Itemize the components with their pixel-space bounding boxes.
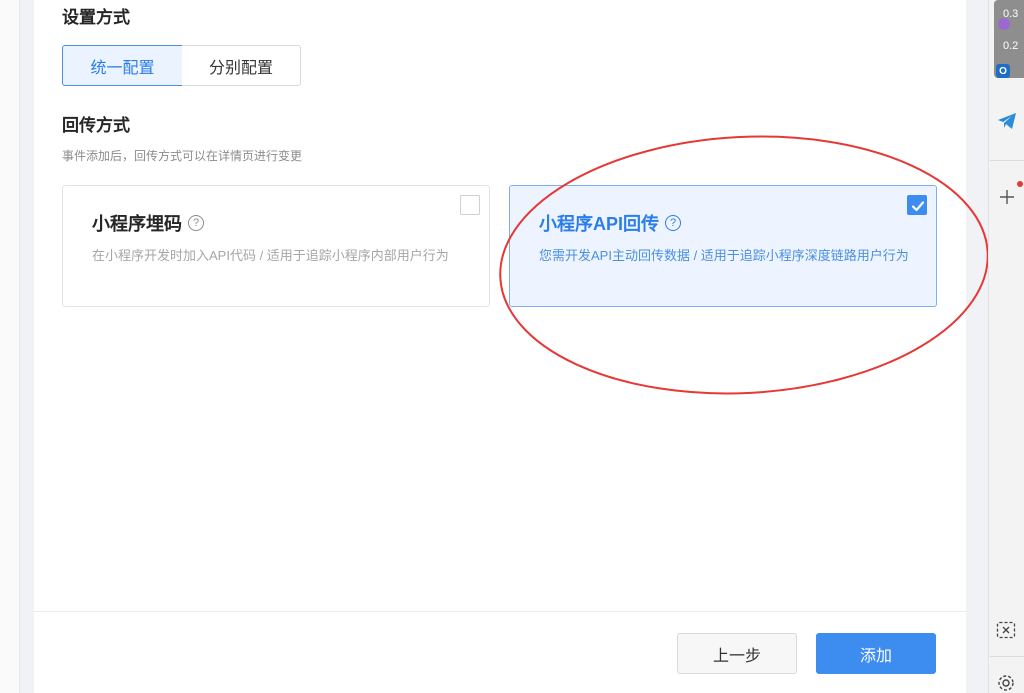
footer-bar: 上一步 添加 <box>34 611 966 693</box>
sidebar-divider <box>990 656 1024 657</box>
callback-section-title: 回传方式 <box>62 116 130 135</box>
option-checkbox-sdk[interactable] <box>460 195 480 215</box>
callback-hint: 事件添加后，回传方式可以在详情页进行变更 <box>62 149 303 163</box>
option-title-api-text: 小程序API回传 <box>539 214 660 234</box>
screenshot-icon[interactable] <box>994 619 1018 641</box>
option-title-sdk: 小程序埋码 ? <box>92 210 204 236</box>
option-checkbox-api[interactable] <box>907 195 927 215</box>
tab-separate-config[interactable]: 分别配置 <box>182 45 301 86</box>
outlook-icon[interactable]: O <box>996 64 1010 78</box>
option-title-api: 小程序API回传 ? <box>539 210 682 236</box>
left-gutter <box>0 0 20 693</box>
option-title-sdk-text: 小程序埋码 <box>92 214 182 234</box>
sidebar-divider <box>990 160 1024 161</box>
network-monitor-widget[interactable]: 0.3 0.2 O <box>994 0 1024 78</box>
help-icon[interactable]: ? <box>665 215 682 231</box>
telegram-icon[interactable] <box>994 108 1020 134</box>
config-section-title: 设置方式 <box>62 8 130 27</box>
option-desc-api: 您需开发API主动回传数据 / 适用于追踪小程序深度链路用户行为 <box>539 248 909 263</box>
option-card-sdk[interactable]: 小程序埋码 ? 在小程序开发时加入API代码 / 适用于追踪小程序内部用户行为 <box>62 185 490 307</box>
help-icon[interactable]: ? <box>188 215 204 231</box>
add-icon[interactable] <box>994 186 1020 208</box>
settings-icon[interactable] <box>994 672 1018 693</box>
add-event-panel: 设置方式 统一配置 分别配置 回传方式 事件添加后，回传方式可以在详情页进行变更… <box>34 0 966 693</box>
net-speed-2: 0.2 <box>1003 40 1019 52</box>
add-button[interactable]: 添加 <box>816 633 936 674</box>
option-card-api[interactable]: 小程序API回传 ? 您需开发API主动回传数据 / 适用于追踪小程序深度链路用… <box>509 185 937 307</box>
notification-dot <box>1017 181 1023 187</box>
option-desc-sdk: 在小程序开发时加入API代码 / 适用于追踪小程序内部用户行为 <box>92 248 449 263</box>
right-sidebar <box>988 0 1024 693</box>
network-monitor-icon <box>998 18 1010 30</box>
checkmark-icon <box>911 201 925 212</box>
prev-step-button[interactable]: 上一步 <box>677 633 797 674</box>
tab-unified-config[interactable]: 统一配置 <box>62 45 183 86</box>
